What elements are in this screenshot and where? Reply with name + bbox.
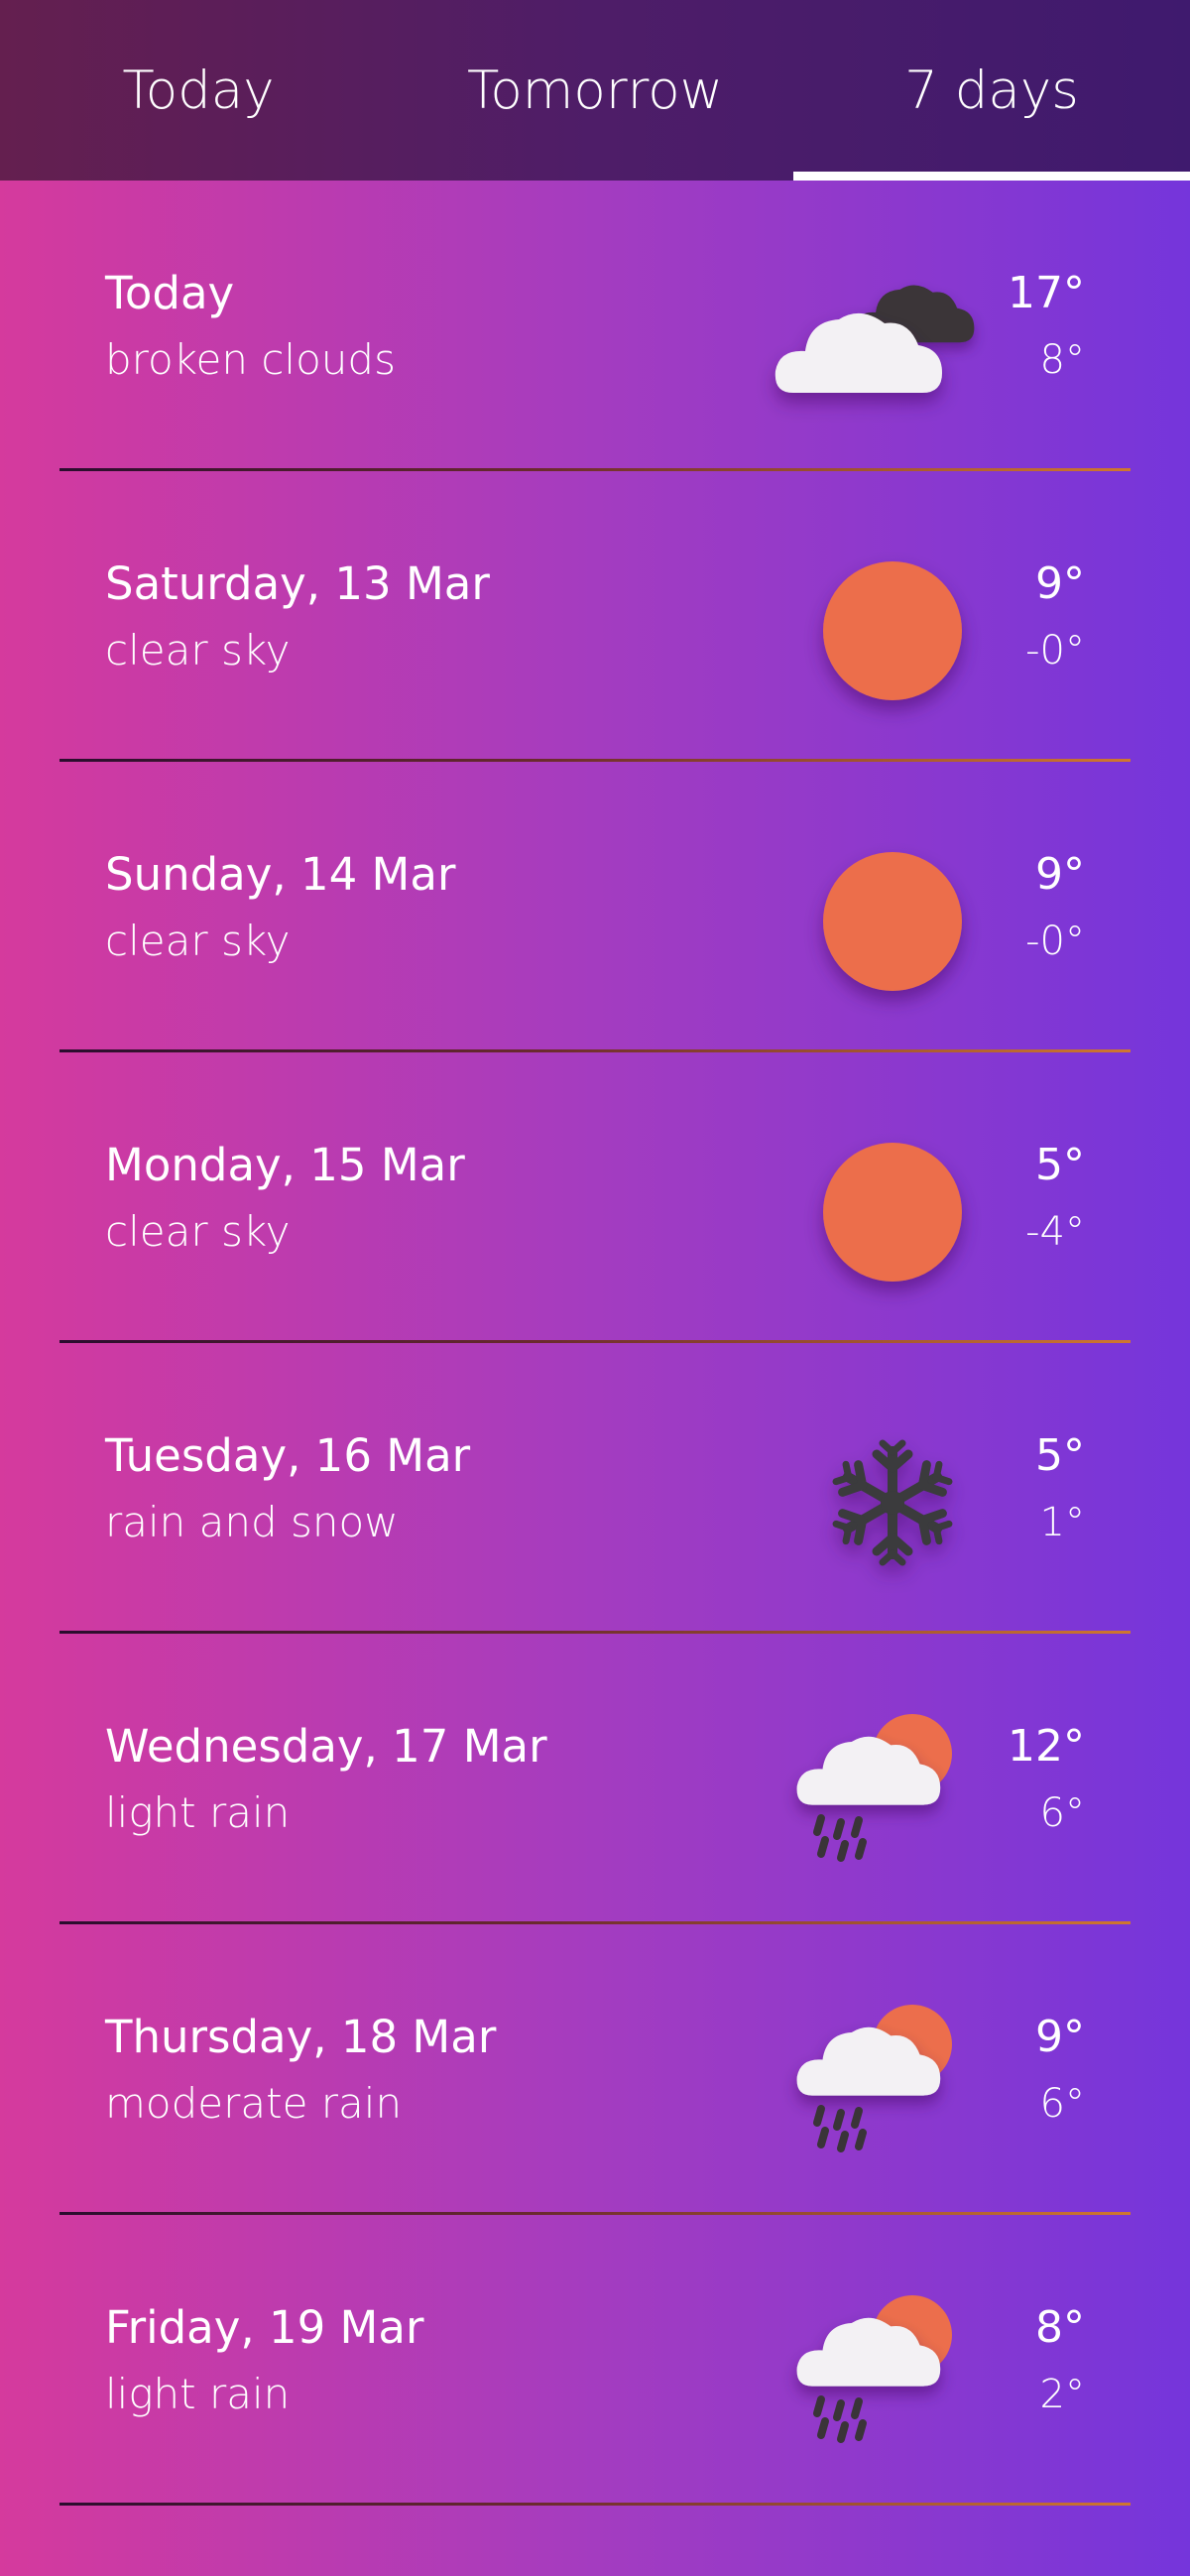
forecast-text: Tuesday, 16 Mar rain and snow (105, 1422, 470, 1555)
temp-high: 8° (1035, 2302, 1085, 2353)
forecast-row[interactable]: Saturday, 13 Mar clear sky 9° -0° (0, 471, 1190, 762)
temp-low: 6° (1039, 1790, 1085, 1836)
temp-low: -0° (1025, 628, 1085, 674)
forecast-day: Wednesday, 17 Mar (105, 1720, 547, 1773)
forecast-row[interactable]: Wednesday, 17 Mar light rain 12° 6° (0, 1634, 1190, 1924)
tab-label: Tomorrow (466, 60, 724, 121)
sun-icon (774, 547, 992, 715)
forecast-row[interactable]: Today broken clouds 17° 8° (0, 181, 1190, 471)
row-divider (60, 2503, 1130, 2506)
forecast-description: moderate rain (105, 2079, 403, 2128)
temp-high: 9° (1035, 2012, 1085, 2062)
temp-low: 8° (1039, 337, 1085, 383)
forecast-temps: 9° -0° (1025, 551, 1085, 683)
forecast-list: Today broken clouds 17° 8° Saturday, 13 … (0, 181, 1190, 2506)
forecast-day: Monday, 15 Mar (105, 1139, 465, 1191)
sun-cloud-rain-icon (774, 2290, 992, 2459)
forecast-temps: 12° 6° (1008, 1713, 1085, 1846)
tab-tomorrow[interactable]: Tomorrow (397, 0, 793, 181)
forecast-description: broken clouds (105, 335, 396, 384)
temp-low: 1° (1039, 1500, 1085, 1545)
forecast-description: rain and snow (105, 1498, 399, 1546)
broken-clouds-icon (774, 256, 992, 425)
forecast-temps: 9° 6° (1035, 2004, 1085, 2137)
forecast-row[interactable]: Friday, 19 Mar light rain 8° 2° (0, 2215, 1190, 2506)
forecast-text: Sunday, 14 Mar clear sky (105, 841, 455, 974)
temp-low: 6° (1039, 2081, 1085, 2127)
forecast-text: Thursday, 18 Mar moderate rain (105, 2004, 496, 2137)
sun-cloud-rain-icon (774, 2000, 992, 2168)
forecast-description: clear sky (105, 626, 291, 675)
forecast-text: Monday, 15 Mar clear sky (105, 1132, 465, 1265)
forecast-day: Thursday, 18 Mar (105, 2011, 497, 2063)
temp-low: -0° (1025, 919, 1085, 964)
forecast-row[interactable]: Tuesday, 16 Mar rain and snow 5° 1° (0, 1343, 1190, 1634)
forecast-temps: 8° 2° (1035, 2294, 1085, 2427)
temp-high: 9° (1035, 558, 1085, 609)
forecast-temps: 9° -0° (1025, 841, 1085, 974)
forecast-row[interactable]: Sunday, 14 Mar clear sky 9° -0° (0, 762, 1190, 1052)
forecast-day: Today (105, 267, 235, 319)
sun-icon (774, 837, 992, 1006)
forecast-description: clear sky (105, 1207, 291, 1256)
forecast-text: Friday, 19 Mar light rain (105, 2294, 423, 2427)
forecast-text: Today broken clouds (105, 260, 396, 393)
snowflake-icon (774, 1418, 992, 1587)
forecast-row[interactable]: Thursday, 18 Mar moderate rain 9° 6° (0, 1924, 1190, 2215)
tab-label: Today (122, 60, 275, 121)
forecast-day: Sunday, 14 Mar (105, 848, 456, 901)
temp-high: 17° (1008, 268, 1085, 318)
tab-label: 7 days (904, 60, 1079, 121)
forecast-day: Saturday, 13 Mar (105, 557, 490, 610)
forecast-description: light rain (105, 2370, 291, 2418)
forecast-day: Tuesday, 16 Mar (105, 1429, 471, 1482)
temp-high: 12° (1008, 1721, 1085, 1772)
forecast-temps: 5° -4° (1025, 1132, 1085, 1265)
forecast-text: Wednesday, 17 Mar light rain (105, 1713, 547, 1846)
sun-icon (774, 1128, 992, 1296)
forecast-row[interactable]: Monday, 15 Mar clear sky 5° -4° (0, 1052, 1190, 1343)
forecast-temps: 17° 8° (1008, 260, 1085, 393)
temp-low: -4° (1025, 1209, 1085, 1255)
forecast-temps: 5° 1° (1035, 1422, 1085, 1555)
tab-bar: Today Tomorrow 7 days (0, 0, 1190, 181)
tab-7-days[interactable]: 7 days (793, 0, 1190, 181)
tab-today[interactable]: Today (0, 0, 397, 181)
forecast-day: Friday, 19 Mar (105, 2301, 424, 2354)
temp-low: 2° (1039, 2372, 1085, 2417)
temp-high: 5° (1035, 1430, 1085, 1481)
sun-cloud-rain-icon (774, 1709, 992, 1878)
forecast-text: Saturday, 13 Mar clear sky (105, 551, 490, 683)
forecast-description: clear sky (105, 917, 291, 965)
tab-indicator (793, 172, 1190, 181)
forecast-description: light rain (105, 1788, 291, 1837)
temp-high: 9° (1035, 849, 1085, 900)
temp-high: 5° (1035, 1140, 1085, 1190)
